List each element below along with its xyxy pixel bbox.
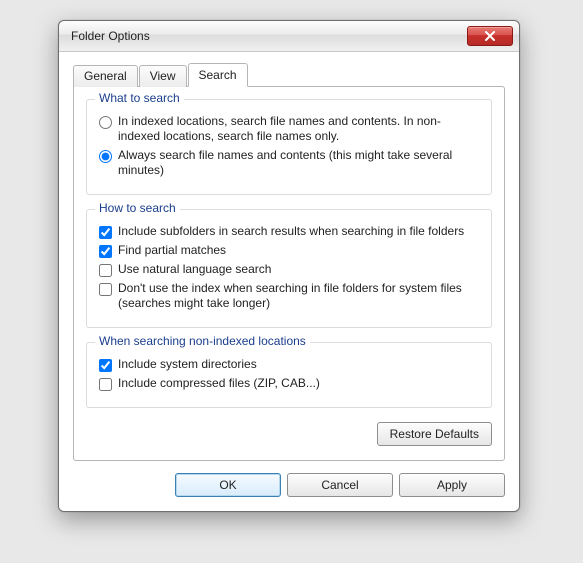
check-compressed[interactable]: Include compressed files (ZIP, CAB...): [99, 376, 479, 391]
check-noindex-label: Don't use the index when searching in fi…: [118, 281, 479, 311]
check-compressed-input[interactable]: [99, 378, 112, 391]
group-what-to-search: What to search In indexed locations, sea…: [86, 99, 492, 195]
group-title: What to search: [95, 91, 184, 105]
radio-indexed-locations[interactable]: In indexed locations, search file names …: [99, 114, 479, 144]
close-button[interactable]: [467, 26, 513, 46]
radio-always-label: Always search file names and contents (t…: [118, 148, 479, 178]
check-partial-matches[interactable]: Find partial matches: [99, 243, 479, 258]
radio-indexed-label: In indexed locations, search file names …: [118, 114, 479, 144]
check-noindex-input[interactable]: [99, 283, 112, 296]
check-nlq-input[interactable]: [99, 264, 112, 277]
check-nlq[interactable]: Use natural language search: [99, 262, 479, 277]
group-title: When searching non-indexed locations: [95, 334, 310, 348]
check-no-index[interactable]: Don't use the index when searching in fi…: [99, 281, 479, 311]
check-sysdirs-input[interactable]: [99, 359, 112, 372]
radio-always-input[interactable]: [99, 150, 112, 163]
group-nonindexed: When searching non-indexed locations Inc…: [86, 342, 492, 408]
restore-row: Restore Defaults: [86, 422, 492, 446]
tabstrip: General View Search: [73, 62, 505, 86]
check-partial-label: Find partial matches: [118, 243, 479, 258]
client-area: General View Search What to search In in…: [59, 52, 519, 511]
window-title: Folder Options: [71, 29, 467, 43]
tab-general[interactable]: General: [73, 65, 138, 87]
check-partial-input[interactable]: [99, 245, 112, 258]
folder-options-dialog: Folder Options General View Search What …: [58, 20, 520, 512]
check-sysdirs-label: Include system directories: [118, 357, 479, 372]
radio-indexed-input[interactable]: [99, 116, 112, 129]
radio-always-search[interactable]: Always search file names and contents (t…: [99, 148, 479, 178]
group-title: How to search: [95, 201, 180, 215]
check-nlq-label: Use natural language search: [118, 262, 479, 277]
check-include-subfolders[interactable]: Include subfolders in search results whe…: [99, 224, 479, 239]
close-icon: [484, 31, 496, 41]
apply-button[interactable]: Apply: [399, 473, 505, 497]
group-how-to-search: How to search Include subfolders in sear…: [86, 209, 492, 328]
check-subfolders-input[interactable]: [99, 226, 112, 239]
tab-view[interactable]: View: [139, 65, 187, 87]
restore-defaults-button[interactable]: Restore Defaults: [377, 422, 492, 446]
check-compressed-label: Include compressed files (ZIP, CAB...): [118, 376, 479, 391]
dialog-footer: OK Cancel Apply: [73, 461, 505, 497]
tabpage-search: What to search In indexed locations, sea…: [73, 86, 505, 461]
cancel-button[interactable]: Cancel: [287, 473, 393, 497]
check-subfolders-label: Include subfolders in search results whe…: [118, 224, 479, 239]
titlebar[interactable]: Folder Options: [59, 21, 519, 52]
ok-button[interactable]: OK: [175, 473, 281, 497]
check-system-dirs[interactable]: Include system directories: [99, 357, 479, 372]
tab-search[interactable]: Search: [188, 63, 248, 87]
